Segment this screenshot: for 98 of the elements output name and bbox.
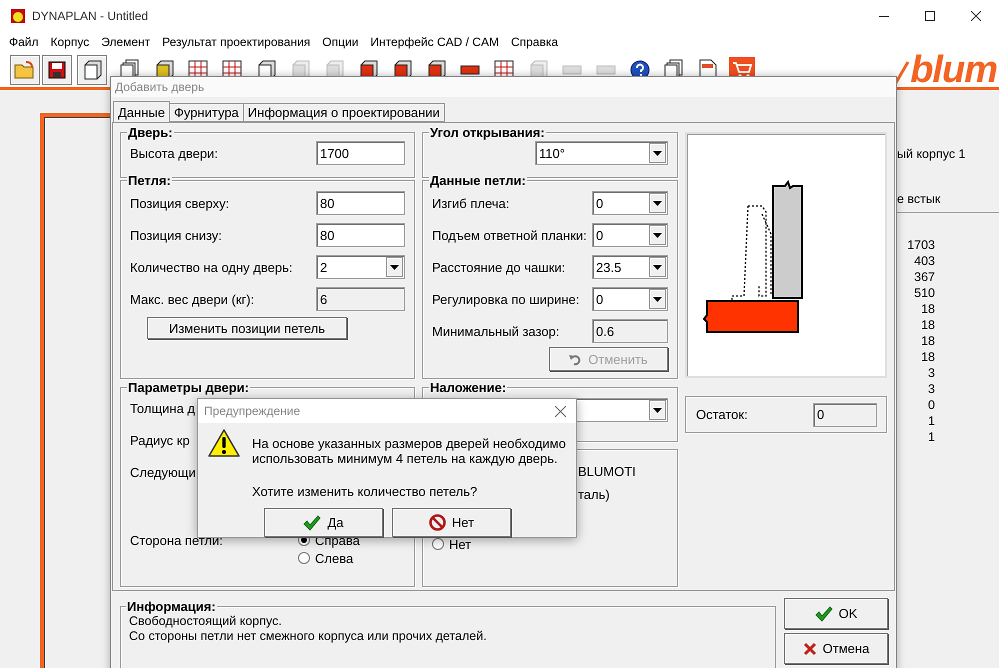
menu-item[interactable]: Элемент (95, 35, 156, 49)
field-label: Минимальный зазор: (432, 324, 560, 338)
dimension-value: 18 (921, 301, 935, 317)
cabinet-name: ый корпус 1 (897, 147, 967, 161)
dialog-button[interactable]: Отмена (784, 633, 888, 664)
dropdown[interactable]: 0 (592, 223, 668, 247)
text-field[interactable]: 1700 (316, 141, 405, 165)
dimension-value: 1703 (907, 237, 935, 253)
readonly-field[interactable]: 6 (316, 287, 405, 311)
menu-item[interactable]: Справка (504, 35, 564, 49)
app-logo-icon (10, 8, 26, 24)
dialog-title: Добавить дверь (115, 80, 204, 94)
dimension-value: 0 (928, 397, 935, 413)
warning-icon (208, 428, 240, 458)
dropdown-arrow-icon (653, 232, 662, 238)
warning-message: На основе указанных размеров дверей необходимо (252, 436, 566, 451)
field-label: Позиция снизу: (130, 228, 222, 242)
dimension-value: 510 (914, 285, 935, 301)
dialog-button[interactable]: Нет (392, 508, 511, 537)
field-label: Толщина д (130, 400, 196, 416)
menu-item[interactable]: Опции (316, 35, 364, 49)
info-text: Свободностоящий корпус. (129, 614, 283, 629)
dialog-title: Предупреждение (204, 404, 300, 418)
dropdown-arrow-icon (653, 296, 662, 302)
option-text: таль) (578, 486, 611, 502)
option-text: BLUMOTI (578, 464, 637, 478)
toolbar-button[interactable] (77, 54, 107, 84)
field-label: Остаток: (696, 407, 748, 422)
undo-icon (569, 352, 582, 366)
joint-type: е встык (897, 192, 942, 206)
dropdown[interactable]: 2 (316, 255, 405, 279)
group-title: Петля: (127, 173, 172, 188)
no-entry-icon (428, 514, 446, 531)
readonly-field[interactable]: 0.6 (592, 319, 668, 343)
field-label: Позиция сверху: (130, 196, 230, 210)
group-title: Информация: (126, 599, 217, 614)
brand-logo: blum (910, 52, 997, 88)
tab[interactable]: Информация о проектировании (242, 103, 445, 122)
field-label: Количество на одну дверь: (130, 260, 292, 274)
dimension-value: 18 (921, 317, 935, 333)
radio-option[interactable]: Слева (298, 550, 354, 566)
warning-message: использовать минимум 4 петель на каждую дверь. (252, 451, 559, 466)
warning-question: Хотите изменить количество петель? (252, 484, 478, 499)
window-title: DYNAPLAN - Untitled (32, 9, 148, 23)
dialog-button[interactable]: Да (264, 508, 383, 537)
field-label: Макс. вес двери (кг): (130, 292, 254, 306)
save-icon (48, 60, 66, 78)
change-positions-button[interactable]: Изменить позиции петель (147, 317, 347, 339)
field-label: Следующи (130, 464, 196, 480)
dimension-value: 367 (914, 269, 935, 285)
text-field[interactable]: 80 (316, 191, 405, 215)
maximize-icon (925, 11, 935, 21)
dimension-value: 18 (921, 333, 935, 349)
tab[interactable]: Фурнитура (168, 103, 244, 122)
dropdown-arrow-icon (653, 150, 662, 156)
folder-icon (14, 60, 36, 78)
dialog-button[interactable]: OK (784, 598, 888, 629)
group-title: Наложение: (429, 380, 508, 395)
field-label: Подъем ответной планки: (432, 228, 587, 242)
cross-icon (802, 642, 817, 656)
info-text: Со стороны петли нет смежного корпуса или прочих деталей. (129, 629, 488, 644)
check-icon (303, 514, 322, 530)
field-label: Высота двери: (130, 146, 218, 160)
group-title: Данные петли: (429, 173, 527, 188)
toolbar-button[interactable] (10, 54, 40, 84)
dropdown[interactable]: 23.5 (592, 255, 668, 279)
menu-item[interactable]: Файл (3, 35, 45, 49)
text-field[interactable]: 80 (316, 223, 405, 247)
group-title: Параметры двери: (127, 380, 250, 395)
dimension-value: 18 (921, 349, 935, 365)
field-label: Сторона петли: (130, 532, 224, 548)
menu-item[interactable]: Результат проектирования (156, 35, 316, 49)
dropdown[interactable]: 0 (592, 191, 668, 215)
field-label: Регулировка по ширине: (432, 292, 580, 306)
dimension-value: 1 (928, 413, 935, 429)
field-label: Расстояние до чашки: (432, 260, 566, 274)
dimension-value: 3 (928, 365, 935, 381)
close-icon (971, 11, 981, 21)
toolbar-button[interactable] (42, 54, 72, 84)
field-label: Изгиб плеча: (432, 196, 510, 210)
group-title: Угол открывания: (429, 125, 546, 140)
group-title: Дверь: (127, 125, 174, 140)
dimension-value: 403 (914, 253, 935, 269)
dropdown-arrow-icon (653, 408, 662, 412)
dropdown[interactable]: 110° (535, 141, 668, 165)
menu-item[interactable]: Интерфейс CAD / CAM (364, 35, 505, 49)
readonly-field[interactable]: 0 (813, 402, 877, 426)
check-icon (814, 606, 833, 622)
dropdown-arrow-icon (653, 264, 662, 270)
field-label: Радиус кр (130, 432, 190, 448)
dropdown-arrow-icon (390, 264, 399, 270)
tab[interactable]: Данные (113, 101, 170, 122)
close-icon[interactable] (555, 406, 566, 416)
menu-item[interactable]: Корпус (44, 35, 96, 49)
dimension-value: 3 (928, 381, 935, 397)
dropdown-arrow-icon (653, 200, 662, 206)
dimension-value: 1 (928, 429, 935, 445)
dropdown[interactable]: 0 (592, 287, 668, 311)
